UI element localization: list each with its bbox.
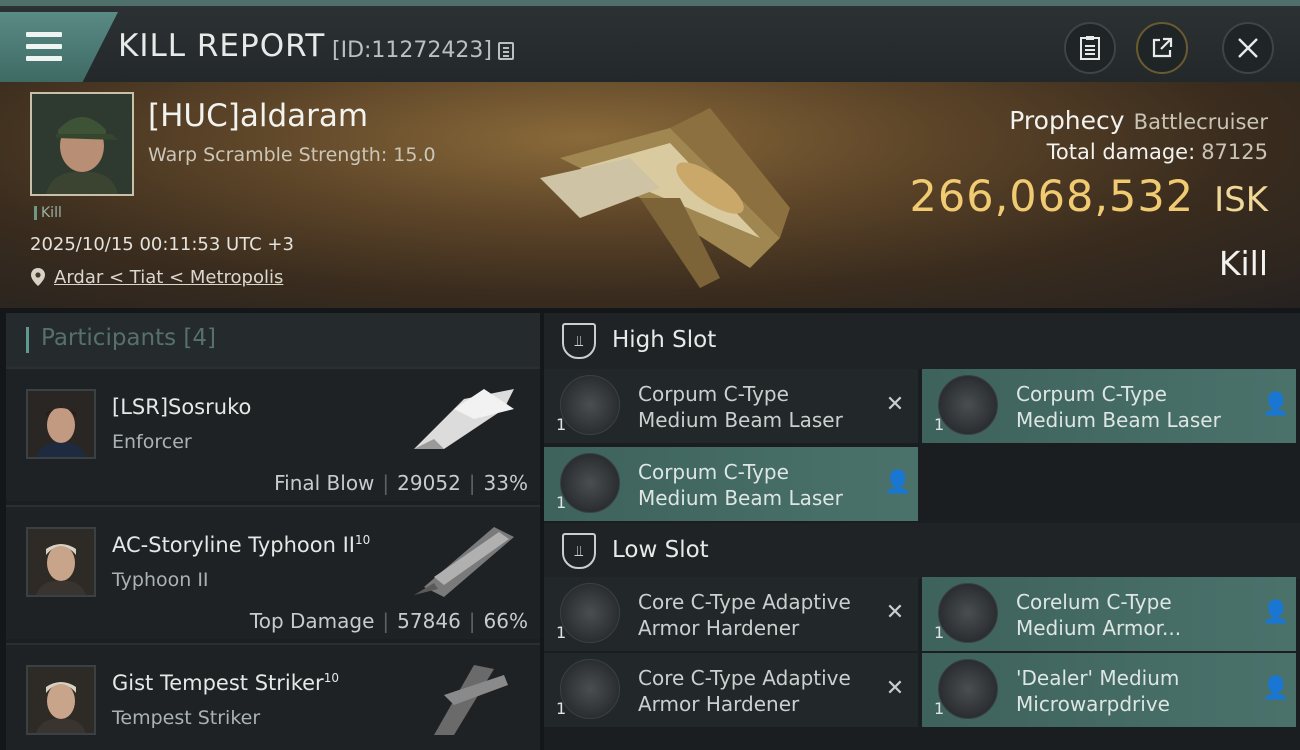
destroyed-icon: ✕ [885,676,905,701]
participant-row[interactable]: [LSR]Sosruko Enforcer Final Blow | 29052 | 3… [6,367,540,501]
participant-stats: Final Blow | 29052 | 33% [274,471,528,495]
module-quantity: 1 [556,623,567,642]
module-name: Corpum C-Type Medium Beam Laser [638,460,843,510]
high-slot-icon: ⫫ [562,323,596,359]
beam-laser-icon [560,375,620,435]
menu-icon [26,32,62,37]
victim-ship-class: Battlecruiser [1133,110,1268,134]
beam-laser-icon [938,375,998,435]
participant-name: AC-Storyline Typhoon II10 [112,533,371,557]
kill-report-window: KILL REPORT [ID:11272423] [HUC]aldaram W… [0,0,1300,750]
participant-ship-image [434,665,508,735]
participants-label: Participants [4] [41,325,216,351]
clipboard-icon [1080,36,1100,60]
warp-scramble-strength: Warp Scramble Strength: 15.0 [148,144,436,166]
kill-id: [ID:11272423] [332,38,492,63]
module-name: Corelum C-Type Medium Armor... [1016,590,1182,640]
module-quantity: 1 [556,493,567,512]
module-item[interactable]: 1 'Dealer' Medium Microwarpdrive 👤 [922,653,1296,727]
participant-name: [LSR]Sosruko [112,395,252,419]
close-icon [1238,38,1258,58]
isk-value: 266,068,532 [909,172,1195,222]
module-item[interactable]: 1 Corpum C-Type Medium Beam Laser ✕ [544,369,918,443]
participant-name: Gist Tempest Striker10 [112,671,339,695]
victim-avatar[interactable] [30,92,134,196]
dropped-person-icon: 👤 [1262,600,1290,625]
module-item[interactable]: 1 Corpum C-Type Medium Beam Laser 👤 [922,369,1296,443]
total-damage-value: 87125 [1201,140,1268,164]
participant-ship-image [414,389,514,449]
victim-banner: [HUC]aldaram Warp Scramble Strength: 15.… [0,82,1300,308]
participants-header: Participants [4] [6,313,540,367]
total-damage-label: Total damage: [1046,140,1196,164]
victim-ship-name[interactable]: Prophecy [1009,106,1124,135]
dropped-person-icon: 👤 [884,470,912,495]
module-name: Corpum C-Type Medium Beam Laser [1016,382,1221,432]
kill-tag: Kill [34,206,62,220]
location-pin-icon [31,268,45,286]
low-slot-icon: ⫫ [562,533,596,569]
participant-avatar [26,527,96,597]
participant-stats: Top Damage | 57846 | 66% [249,609,528,633]
module-name: 'Dealer' Medium Microwarpdrive [1016,666,1180,716]
low-slot-header: ⫫ Low Slot [544,523,1300,579]
participant-row[interactable]: Gist Tempest Striker10 Tempest Striker [6,643,540,750]
copy-icon[interactable] [498,42,514,60]
participant-avatar [26,389,96,459]
dropped-person-icon: 👤 [1262,676,1290,701]
result-label: Kill [1218,244,1268,283]
low-slot-title: Low Slot [612,537,709,563]
armor-hardener-icon [560,659,620,719]
isk-unit: ISK [1214,180,1268,220]
location-link[interactable]: Ardar < Tiat < Metropolis [54,267,283,288]
armor-hardener-icon [560,583,620,643]
module-quantity: 1 [556,699,567,718]
high-slot-title: High Slot [612,327,717,353]
armor-repairer-icon [938,583,998,643]
share-button[interactable] [1136,22,1188,74]
module-item[interactable]: 1 Core C-Type Adaptive Armor Hardener ✕ [544,653,918,727]
beam-laser-icon [560,453,620,513]
fitting-panel: ⫫ High Slot 1 Corpum C-Type Medium Beam L… [544,313,1300,750]
menu-button[interactable] [0,12,118,82]
page-title: KILL REPORT [118,28,326,64]
participant-avatar [26,665,96,735]
clipboard-button[interactable] [1064,22,1116,74]
timestamp: 2025/10/15 00:11:53 UTC +3 [30,234,294,255]
participant-ship: Tempest Striker [112,707,261,729]
header-bar: KILL REPORT [ID:11272423] [0,0,1300,82]
participant-ship-image [414,527,514,597]
module-item[interactable]: 1 Corpum C-Type Medium Beam Laser 👤 [544,447,918,521]
destroyed-icon: ✕ [885,392,905,417]
module-quantity: 1 [934,699,945,718]
share-icon [1152,37,1173,58]
total-damage: Total damage: 87125 [1047,140,1268,164]
close-button[interactable] [1222,22,1274,74]
module-item[interactable]: 1 Corelum C-Type Medium Armor... 👤 [922,577,1296,651]
module-name: Core C-Type Adaptive Armor Hardener [638,666,851,716]
dropped-person-icon: 👤 [1262,392,1290,417]
microwarpdrive-icon [938,659,998,719]
victim-ship-image [540,108,790,288]
participants-panel: Participants [4] [LSR]Sosruko Enforcer F… [6,313,540,750]
module-quantity: 1 [934,415,945,434]
module-quantity: 1 [556,415,567,434]
module-name: Corpum C-Type Medium Beam Laser [638,382,843,432]
participant-ship: Enforcer [112,431,192,453]
destroyed-icon: ✕ [885,600,905,625]
participant-ship: Typhoon II [112,569,209,591]
high-slot-header: ⫫ High Slot [544,313,1300,369]
victim-name[interactable]: [HUC]aldaram [148,98,368,134]
module-quantity: 1 [934,623,945,642]
module-name: Core C-Type Adaptive Armor Hardener [638,590,851,640]
participant-row[interactable]: AC-Storyline Typhoon II10 Typhoon II Top… [6,505,540,639]
module-item[interactable]: 1 Core C-Type Adaptive Armor Hardener ✕ [544,577,918,651]
